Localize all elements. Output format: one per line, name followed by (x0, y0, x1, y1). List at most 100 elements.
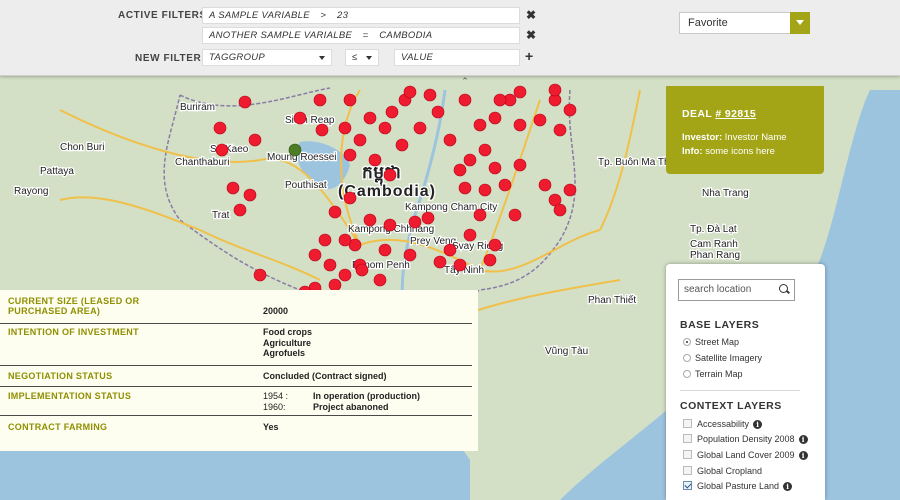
deal-marker[interactable] (226, 181, 240, 195)
remove-filter-icon[interactable]: ✖ (526, 28, 536, 42)
deal-marker[interactable] (315, 123, 329, 137)
base-layer-option[interactable]: Terrain Map (683, 368, 743, 380)
deal-marker[interactable] (473, 118, 487, 132)
deal-marker[interactable] (538, 178, 552, 192)
deal-marker[interactable] (338, 268, 352, 282)
selected-deal-marker[interactable] (288, 143, 302, 157)
info-icon[interactable]: i (753, 420, 763, 429)
deal-marker[interactable] (248, 133, 262, 147)
deal-marker[interactable] (443, 133, 457, 147)
deal-marker[interactable] (493, 93, 507, 107)
radio-icon[interactable] (683, 354, 691, 362)
deal-marker[interactable] (431, 105, 445, 119)
deal-marker[interactable] (233, 203, 247, 217)
deal-marker[interactable] (421, 211, 435, 225)
deal-number-link[interactable]: # 92815 (715, 108, 756, 120)
deal-marker[interactable] (373, 273, 387, 287)
deal-marker[interactable] (308, 248, 322, 262)
deal-marker[interactable] (548, 83, 562, 97)
deal-marker[interactable] (313, 93, 327, 107)
active-filter-row[interactable]: ANOTHER SAMPLE VARIALBE = CAMBODIA (202, 27, 520, 44)
deal-marker[interactable] (458, 93, 472, 107)
context-layer-option[interactable]: Population Density 2008 i (683, 433, 808, 445)
new-filter-operator-select[interactable]: ≤ (345, 49, 379, 66)
favorite-dropdown-button[interactable] (790, 12, 810, 34)
deal-marker[interactable] (395, 138, 409, 152)
deal-marker[interactable] (443, 243, 457, 257)
active-filter-row[interactable]: A SAMPLE VARIABLE > 23 (202, 7, 520, 24)
deal-marker[interactable] (323, 258, 337, 272)
deal-marker[interactable] (413, 121, 427, 135)
search-location-input[interactable]: search location (678, 279, 795, 301)
deal-marker[interactable] (353, 133, 367, 147)
checkbox-icon[interactable] (683, 450, 692, 459)
deal-marker[interactable] (293, 111, 307, 125)
deal-marker[interactable] (513, 118, 527, 132)
deal-marker[interactable] (433, 255, 447, 269)
context-layer-option[interactable]: Global Land Cover 2009 i (683, 449, 808, 461)
collapse-filter-icon[interactable]: ⌃ (457, 76, 473, 86)
deal-marker[interactable] (378, 121, 392, 135)
deal-marker[interactable] (513, 85, 527, 99)
remove-filter-icon[interactable]: ✖ (526, 8, 536, 22)
deal-marker[interactable] (563, 183, 577, 197)
deal-marker[interactable] (563, 103, 577, 117)
info-icon[interactable]: i (798, 435, 808, 444)
new-filter-variable-select[interactable]: TAGGROUP (202, 49, 332, 66)
deal-marker[interactable] (403, 248, 417, 262)
deal-marker[interactable] (343, 148, 357, 162)
checkbox-icon[interactable] (683, 434, 692, 443)
deal-marker[interactable] (553, 123, 567, 137)
deal-marker[interactable] (363, 213, 377, 227)
deal-marker[interactable] (473, 208, 487, 222)
deal-marker[interactable] (368, 153, 382, 167)
deal-marker[interactable] (338, 233, 352, 247)
context-layer-option[interactable]: Global Pasture Land i (683, 480, 793, 492)
info-icon[interactable]: i (783, 482, 793, 491)
deal-marker[interactable] (338, 121, 352, 135)
deal-marker[interactable] (513, 158, 527, 172)
deal-marker[interactable] (453, 258, 467, 272)
deal-marker[interactable] (483, 253, 497, 267)
deal-marker[interactable] (363, 111, 377, 125)
deal-marker[interactable] (328, 205, 342, 219)
context-layer-option[interactable]: Global Cropland (683, 465, 762, 477)
add-filter-icon[interactable]: + (525, 48, 533, 64)
deal-marker[interactable] (488, 238, 502, 252)
deal-marker[interactable] (478, 183, 492, 197)
deal-marker[interactable] (383, 218, 397, 232)
deal-marker[interactable] (253, 268, 267, 282)
info-icon[interactable]: i (798, 451, 808, 460)
deal-marker[interactable] (355, 263, 369, 277)
deal-marker[interactable] (318, 233, 332, 247)
base-layer-option[interactable]: Satellite Imagery (683, 352, 762, 364)
deal-marker[interactable] (378, 243, 392, 257)
radio-selected-icon[interactable] (683, 338, 691, 346)
deal-marker[interactable] (553, 203, 567, 217)
deal-marker[interactable] (508, 208, 522, 222)
checkbox-icon[interactable] (683, 419, 692, 428)
checkbox-checked-icon[interactable] (683, 481, 692, 490)
deal-marker[interactable] (215, 143, 229, 157)
radio-icon[interactable] (683, 370, 691, 378)
deal-marker[interactable] (385, 105, 399, 119)
deal-marker[interactable] (453, 163, 467, 177)
deal-marker[interactable] (383, 168, 397, 182)
deal-marker[interactable] (213, 121, 227, 135)
context-layer-option[interactable]: Accessability i (683, 418, 763, 430)
deal-marker[interactable] (343, 93, 357, 107)
deal-marker[interactable] (408, 215, 422, 229)
deal-marker[interactable] (498, 178, 512, 192)
base-layer-option[interactable]: Street Map (683, 336, 739, 348)
deal-marker[interactable] (533, 113, 547, 127)
deal-marker[interactable] (243, 188, 257, 202)
deal-marker[interactable] (463, 153, 477, 167)
deal-marker[interactable] (488, 161, 502, 175)
favorite-select[interactable]: Favorite (679, 12, 810, 34)
deal-marker[interactable] (343, 191, 357, 205)
deal-marker[interactable] (403, 85, 417, 99)
deal-marker[interactable] (458, 181, 472, 195)
new-filter-value-input[interactable]: VALUE (394, 49, 520, 66)
deal-marker[interactable] (238, 95, 252, 109)
checkbox-icon[interactable] (683, 466, 692, 475)
